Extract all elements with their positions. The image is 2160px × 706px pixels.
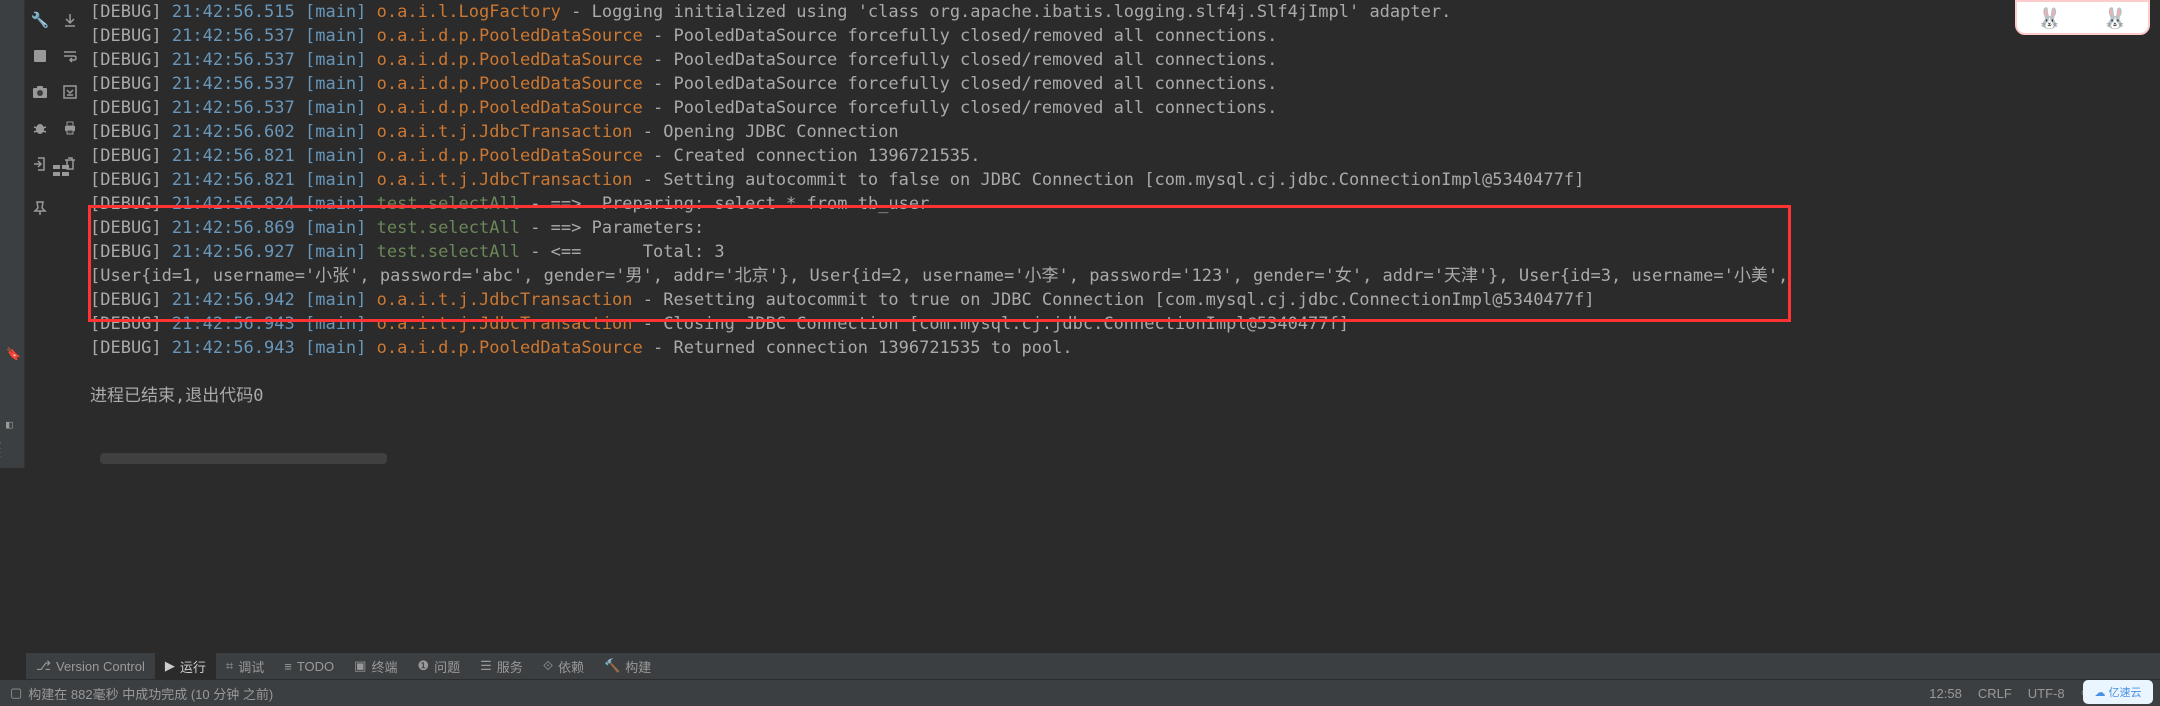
log-line: [DEBUG] 21:42:56.602 [main] o.a.i.t.j.Jd… xyxy=(90,120,2160,144)
bookmarks-tool-label[interactable]: Bookmarks xyxy=(0,363,3,418)
tab-label: Version Control xyxy=(56,659,145,674)
structure-icon: ◧ xyxy=(6,418,13,431)
tab-icon: 🔨 xyxy=(604,658,620,674)
tab-icon: ▶ xyxy=(165,658,175,674)
log-line: [DEBUG] 21:42:56.821 [main] o.a.i.d.p.Po… xyxy=(90,144,2160,168)
log-line: [DEBUG] 21:42:56.537 [main] o.a.i.d.p.Po… xyxy=(90,96,2160,120)
structure-tool-label[interactable]: 结构 xyxy=(0,440,3,462)
tool-tab[interactable]: ❶ 问题 xyxy=(407,653,470,679)
log-line: [DEBUG] 21:42:56.537 [main] o.a.i.d.p.Po… xyxy=(90,24,2160,48)
tab-label: 终端 xyxy=(371,657,397,676)
tool-window-tabs: ⎇ Version Control ▶ 运行 ⌗ 调试 ≡ TODO ▣ 终端 ❶ 问题 ☰ 服务 ⟐ 依赖 🔨… xyxy=(26,652,2160,679)
build-status-icon: ▢ xyxy=(10,685,22,701)
scroll-end-icon[interactable] xyxy=(60,82,80,102)
tool-tab[interactable]: 🔨 构建 xyxy=(594,653,661,679)
tab-label: TODO xyxy=(297,659,334,674)
tool-tab[interactable]: ⎇ Version Control xyxy=(26,653,155,679)
tab-label: 问题 xyxy=(434,657,460,676)
stop-icon[interactable] xyxy=(30,46,50,66)
mascot-decoration: 🐰🐰 xyxy=(2015,0,2150,35)
log-line: [DEBUG] 21:42:56.943 [main] o.a.i.t.j.Jd… xyxy=(90,312,2160,336)
tab-label: 依赖 xyxy=(558,657,584,676)
camera-icon[interactable] xyxy=(30,82,50,102)
console-output[interactable]: [DEBUG] 21:42:56.515 [main] o.a.i.l.LogF… xyxy=(90,0,2160,468)
tab-label: 服务 xyxy=(497,657,523,676)
bookmark-icon: 🔖 xyxy=(6,347,21,361)
tab-icon: ⟐ xyxy=(543,658,553,674)
trash-icon[interactable] xyxy=(60,154,80,174)
log-line: [DEBUG] 21:42:56.869 [main] test.selectA… xyxy=(90,216,2160,240)
tab-label: 运行 xyxy=(180,657,206,676)
log-line: [DEBUG] 21:42:56.515 [main] o.a.i.l.LogF… xyxy=(90,0,2160,24)
tab-label: 构建 xyxy=(625,657,651,676)
log-line: [DEBUG] 21:42:56.821 [main] o.a.i.t.j.Jd… xyxy=(90,168,2160,192)
tab-icon: ≡ xyxy=(284,659,292,674)
tab-icon: ⌗ xyxy=(226,658,233,674)
toolbar-column-2 xyxy=(55,0,85,174)
toolbar-column-1: 🔧 xyxy=(25,0,55,218)
tool-tab[interactable]: ⟐ 依赖 xyxy=(533,653,594,679)
left-sidebar: 🔖 Bookmarks ◧ 结构 xyxy=(0,0,25,468)
tool-tab[interactable]: ▶ 运行 xyxy=(155,653,216,679)
print-icon[interactable] xyxy=(60,118,80,138)
tool-tab[interactable]: ☰ 服务 xyxy=(470,653,533,679)
tab-icon: ☰ xyxy=(480,658,492,674)
tab-icon: ❶ xyxy=(417,658,429,674)
status-encoding[interactable]: UTF-8 xyxy=(2028,686,2065,701)
pin-icon[interactable] xyxy=(30,198,50,218)
download-icon[interactable] xyxy=(60,10,80,30)
horizontal-scrollbar[interactable] xyxy=(100,453,387,464)
tool-tab[interactable]: ▣ 终端 xyxy=(344,653,407,679)
status-time: 12:58 xyxy=(1929,686,1962,701)
exit-icon[interactable] xyxy=(30,154,50,174)
tool-tab[interactable]: ≡ TODO xyxy=(274,653,344,679)
build-status-text: 构建在 882毫秒 中成功完成 (10 分钟 之前) xyxy=(28,684,273,703)
exit-message: 进程已结束,退出代码0 xyxy=(90,384,2160,408)
tab-icon: ▣ xyxy=(354,658,366,674)
log-line: [DEBUG] 21:42:56.942 [main] o.a.i.t.j.Jd… xyxy=(90,288,2160,312)
log-line: [DEBUG] 21:42:56.537 [main] o.a.i.d.p.Po… xyxy=(90,48,2160,72)
log-line: [User{id=1, username='小张', password='abc… xyxy=(90,264,2160,288)
status-bar: ▢ 构建在 882毫秒 中成功完成 (10 分钟 之前) 12:58 CRLF … xyxy=(0,679,2160,706)
watermark-badge: ☁亿速云 xyxy=(2083,680,2153,704)
tool-tab[interactable]: ⌗ 调试 xyxy=(216,653,274,679)
tab-icon: ⎇ xyxy=(36,658,51,674)
log-line: [DEBUG] 21:42:56.537 [main] o.a.i.d.p.Po… xyxy=(90,72,2160,96)
status-line-ending[interactable]: CRLF xyxy=(1978,686,2012,701)
log-line: [DEBUG] 21:42:56.943 [main] o.a.i.d.p.Po… xyxy=(90,336,2160,360)
log-line: [DEBUG] 21:42:56.927 [main] test.selectA… xyxy=(90,240,2160,264)
wrap-icon[interactable] xyxy=(60,46,80,66)
bug-icon[interactable] xyxy=(30,118,50,138)
wrench-icon[interactable]: 🔧 xyxy=(30,10,50,30)
log-line: [DEBUG] 21:42:56.824 [main] test.selectA… xyxy=(90,192,2160,216)
tab-label: 调试 xyxy=(238,657,264,676)
